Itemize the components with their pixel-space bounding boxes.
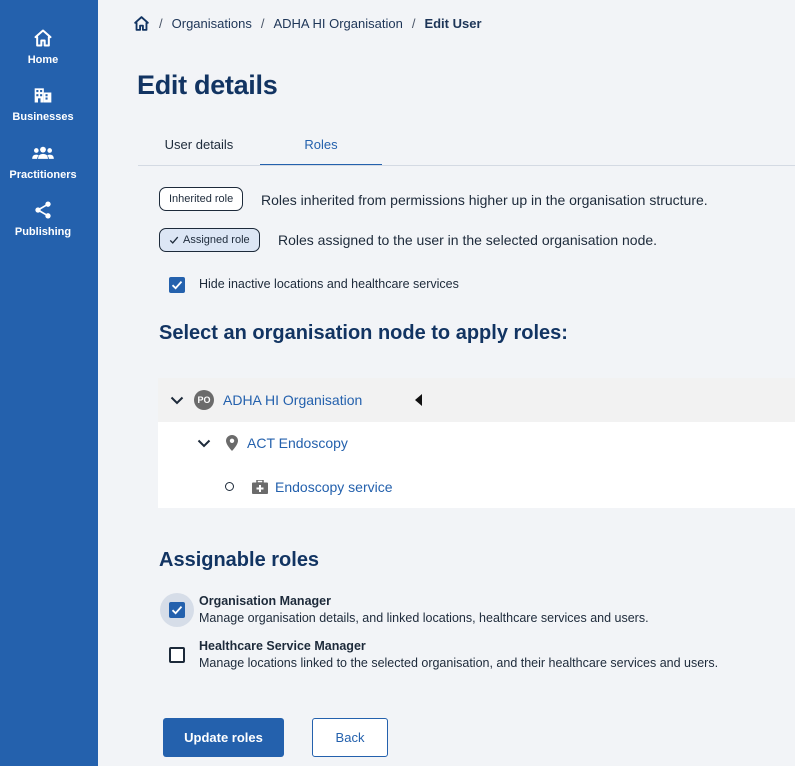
- breadcrumb-link-organisations[interactable]: Organisations: [172, 16, 252, 31]
- inherited-role-badge-label: Inherited role: [169, 193, 234, 205]
- role-checkbox-healthcare-service-manager[interactable]: [169, 647, 185, 663]
- building-icon: [0, 85, 86, 107]
- medical-kit-icon: [251, 479, 269, 495]
- sidebar-item-businesses[interactable]: Businesses: [0, 85, 86, 123]
- role-description-healthcare-service-manager: Manage locations linked to the selected …: [199, 656, 719, 670]
- tree-node-radio[interactable]: [225, 482, 234, 491]
- inherited-role-description: Roles inherited from permissions higher …: [261, 192, 708, 208]
- check-icon: [169, 235, 179, 245]
- tab-roles[interactable]: Roles: [260, 124, 382, 165]
- sidebar-item-practitioners[interactable]: Practitioners: [0, 143, 86, 181]
- tree-node-act-endoscopy[interactable]: ACT Endoscopy: [247, 435, 348, 451]
- location-pin-icon: [224, 434, 240, 452]
- role-checkbox-organisation-manager[interactable]: [169, 602, 185, 618]
- update-roles-button[interactable]: Update roles: [163, 718, 284, 757]
- breadcrumb: / Organisations / ADHA HI Organisation /…: [133, 14, 482, 32]
- hide-inactive-checkbox[interactable]: [169, 277, 185, 293]
- chevron-down-icon[interactable]: [195, 434, 213, 452]
- role-name-healthcare-service-manager: Healthcare Service Manager: [199, 639, 366, 653]
- sidebar-item-label: Businesses: [12, 111, 74, 123]
- tab-bar: User details Roles: [138, 124, 795, 166]
- hide-inactive-label: Hide inactive locations and healthcare s…: [199, 277, 459, 291]
- sidebar-item-label: Practitioners: [9, 169, 77, 181]
- breadcrumb-link-organisation[interactable]: ADHA HI Organisation: [273, 16, 402, 31]
- breadcrumb-separator: /: [159, 15, 163, 31]
- home-icon[interactable]: [133, 15, 150, 32]
- sidebar: Home Businesses Practitioners Publishing: [0, 0, 98, 766]
- tree-node-adha-hi-organisation[interactable]: ADHA HI Organisation: [223, 392, 362, 408]
- back-button[interactable]: Back: [312, 718, 388, 757]
- role-description-organisation-manager: Manage organisation details, and linked …: [199, 611, 649, 625]
- check-icon: [171, 606, 183, 615]
- sidebar-item-publishing[interactable]: Publishing: [0, 200, 86, 238]
- people-icon: [0, 143, 86, 165]
- roles-title: Assignable roles: [159, 549, 320, 571]
- sidebar-item-label: Publishing: [14, 226, 72, 238]
- assigned-role-badge: Assigned role: [159, 228, 260, 252]
- organisation-badge: PO: [194, 390, 214, 410]
- chevron-down-icon[interactable]: [168, 391, 186, 409]
- page-title: Edit details: [137, 70, 278, 100]
- breadcrumb-current: Edit User: [424, 15, 482, 31]
- organisation-badge-label: PO: [194, 390, 214, 410]
- inherited-role-badge: Inherited role: [159, 187, 244, 211]
- sidebar-item-home[interactable]: Home: [0, 28, 86, 66]
- tree-node-endoscopy-service[interactable]: Endoscopy service: [275, 479, 393, 495]
- home-icon: [0, 28, 86, 50]
- organisation-tree: PO ADHA HI Organisation ACT Endoscopy En…: [158, 378, 795, 508]
- breadcrumb-separator: /: [260, 15, 265, 31]
- assigned-role-badge-label: Assigned role: [183, 234, 250, 246]
- tab-user-details[interactable]: User details: [138, 124, 260, 165]
- share-icon: [0, 200, 86, 222]
- caret-left-icon: [413, 393, 423, 407]
- breadcrumb-separator: /: [411, 15, 416, 31]
- assigned-role-description: Roles assigned to the user in the select…: [278, 232, 658, 248]
- tree-title: Select an organisation node to apply rol…: [159, 322, 568, 344]
- sidebar-item-label: Home: [27, 54, 59, 66]
- check-icon: [171, 281, 183, 290]
- role-name-organisation-manager: Organisation Manager: [199, 594, 331, 608]
